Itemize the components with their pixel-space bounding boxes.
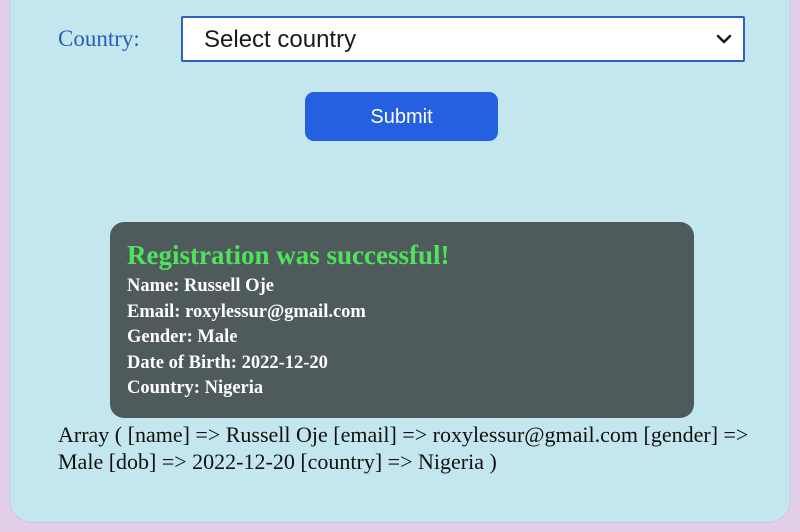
country-select-value: Select country <box>204 26 357 53</box>
detail-name: Name: Russell Oje <box>127 276 274 296</box>
detail-country: Country: Nigeria <box>127 378 264 398</box>
submit-button[interactable]: Submit <box>305 92 498 141</box>
country-select[interactable]: Select country <box>181 16 745 62</box>
detail-dob: Date of Birth: 2022-12-20 <box>127 352 328 373</box>
success-title: Registration was successful! <box>127 240 450 270</box>
detail-email: Email: roxylessur@gmail.com <box>127 301 366 322</box>
array-dump-text: Array ( [name] => Russell Oje [email] =>… <box>58 422 749 474</box>
success-message-box: Registration was successful! Name: Russe… <box>110 222 694 418</box>
detail-gender: Gender: Male <box>127 327 238 347</box>
chevron-down-icon <box>716 34 732 44</box>
country-label: Country: <box>58 26 140 51</box>
